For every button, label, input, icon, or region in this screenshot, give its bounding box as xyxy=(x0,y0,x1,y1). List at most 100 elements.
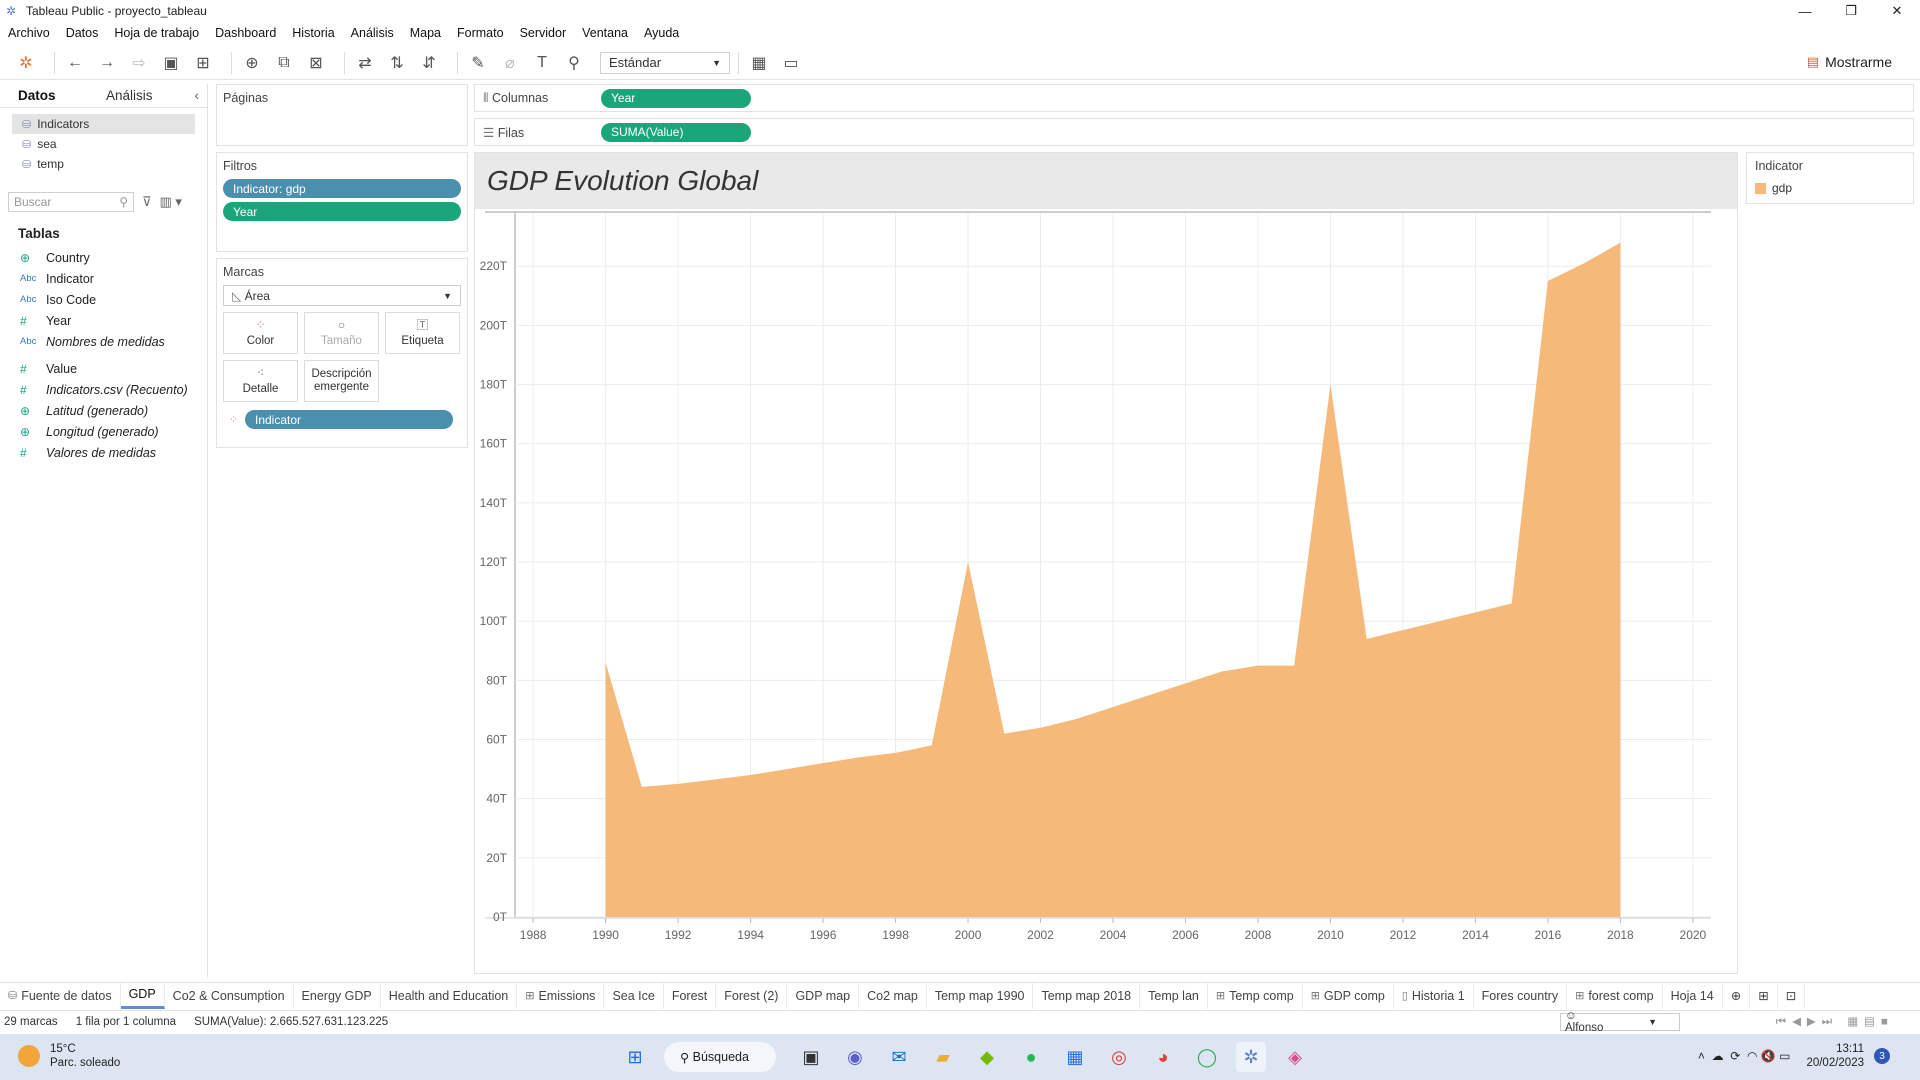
minimize-button[interactable]: — xyxy=(1782,0,1828,22)
tab-fuente-de-datos[interactable]: ⛁ Fuente de datos xyxy=(0,982,121,1009)
data-point[interactable] xyxy=(1545,278,1551,284)
field-valores-de-medidas[interactable]: # Valores de medidas xyxy=(0,442,207,463)
filter-pill-year[interactable]: Year xyxy=(223,202,461,221)
columns-pill-year[interactable]: Year xyxy=(601,88,751,108)
data-point[interactable] xyxy=(1255,663,1261,669)
data-point[interactable] xyxy=(639,784,645,790)
presentation-icon[interactable]: ▭ xyxy=(779,51,803,75)
field-recuento[interactable]: # Indicators.csv (Recuento) xyxy=(0,379,207,400)
menu-historia[interactable]: Historia xyxy=(292,26,334,40)
tab-temp-comp[interactable]: ⊞ Temp comp xyxy=(1208,982,1303,1009)
store-icon[interactable]: ▦ xyxy=(1060,1042,1090,1072)
fit-select[interactable]: Estándar ▼ xyxy=(600,51,730,74)
mute-icon[interactable]: 🔇 xyxy=(1761,1049,1779,1063)
data-point[interactable] xyxy=(1364,636,1370,642)
filter-icon[interactable]: ⊽ xyxy=(142,194,152,210)
taskbar-search[interactable]: ⚲ Búsqueda xyxy=(664,1042,776,1072)
tab-gdp-map[interactable]: GDP map xyxy=(787,982,860,1009)
field-indicator[interactable]: Abc Indicator xyxy=(0,268,207,289)
tab-co2-consumption[interactable]: Co2 & Consumption xyxy=(165,982,294,1009)
menu-datos[interactable]: Datos xyxy=(66,26,99,40)
tab-gdp[interactable]: GDP xyxy=(120,982,165,1009)
data-point[interactable] xyxy=(1472,609,1478,615)
new-worksheet-icon[interactable]: ⊕ xyxy=(240,51,264,75)
show-cards-icon[interactable]: ▦ xyxy=(747,51,771,75)
save-icon[interactable]: ▣ xyxy=(159,51,183,75)
menu-hoja-de-trabajo[interactable]: Hoja de trabajo xyxy=(114,26,199,40)
tab-temp-lan[interactable]: Temp lan xyxy=(1140,982,1208,1009)
app-green-ring-icon[interactable]: ◯ xyxy=(1192,1042,1222,1072)
data-point[interactable] xyxy=(1400,627,1406,633)
datasource-indicators[interactable]: ⛁ Indicators xyxy=(12,114,195,134)
datasource-temp[interactable]: ⛁ temp xyxy=(12,154,195,174)
size-button[interactable]: ○ Tamaño xyxy=(304,312,379,354)
detail-button[interactable]: ⁖ Detalle xyxy=(223,360,298,402)
tab-datos[interactable]: Datos xyxy=(0,88,88,103)
tab-energy-gdp[interactable]: Energy GDP xyxy=(294,982,381,1009)
pages-card[interactable]: Páginas xyxy=(216,84,468,146)
restore-button[interactable]: ❐ xyxy=(1828,0,1874,22)
color-button[interactable]: ⁘ Color xyxy=(223,312,298,354)
clock[interactable]: 13:11 20/02/2023 xyxy=(1806,1042,1864,1070)
menu-ventana[interactable]: Ventana xyxy=(582,26,628,40)
data-point[interactable] xyxy=(1581,260,1587,266)
new-datasource-icon[interactable]: ⊞ xyxy=(191,51,215,75)
sheet-navigation-icons[interactable]: ⏮◀▶⏭ ▦▤■ xyxy=(1776,1014,1894,1029)
field-search-input[interactable]: Buscar ⚲ xyxy=(8,192,134,212)
notifications-badge[interactable]: 3 xyxy=(1874,1048,1890,1064)
data-point[interactable] xyxy=(1001,731,1007,737)
tab-analisis[interactable]: Análisis xyxy=(88,88,176,103)
tab-emissions[interactable]: ⊞ Emissions xyxy=(517,982,605,1009)
tableau-home-icon[interactable]: ✲ xyxy=(14,51,38,75)
legend-item-gdp[interactable]: gdp xyxy=(1755,181,1905,195)
data-point[interactable] xyxy=(929,742,935,748)
menu-formato[interactable]: Formato xyxy=(457,26,504,40)
app-colorful-icon[interactable]: ◈ xyxy=(1280,1042,1310,1072)
data-point[interactable] xyxy=(1146,692,1152,698)
color-legend[interactable]: Indicator gdp xyxy=(1746,152,1914,204)
weather-widget[interactable]: 15°C Parc. soleado xyxy=(18,1042,120,1070)
tab-forest[interactable]: Forest xyxy=(664,982,717,1009)
datasource-sea[interactable]: ⛁ sea xyxy=(12,134,195,154)
menu-ayuda[interactable]: Ayuda xyxy=(644,26,679,40)
duplicate-sheet-icon[interactable]: ⧉ xyxy=(272,51,296,75)
data-point[interactable] xyxy=(784,766,790,772)
area-chart[interactable]: 0T 20T 40T 60T 80T 100T 120T 140T 160T 180T 200T 22… xyxy=(475,209,1737,973)
data-point[interactable] xyxy=(1110,704,1116,710)
filters-card[interactable]: Filtros Indicator: gdp Year xyxy=(216,152,468,252)
tab-health-education[interactable]: Health and Education xyxy=(381,982,518,1009)
windows-start-icon[interactable]: ⊞ xyxy=(620,1042,650,1072)
menu-servidor[interactable]: Servidor xyxy=(520,26,567,40)
menu-mapa[interactable]: Mapa xyxy=(410,26,441,40)
marks-pill-indicator[interactable]: Indicator xyxy=(245,410,453,429)
file-explorer-icon[interactable]: ▰ xyxy=(928,1042,958,1072)
data-point[interactable] xyxy=(748,772,754,778)
tab-forest-2[interactable]: Forest (2) xyxy=(716,982,788,1009)
cloud-icon[interactable]: ☁ xyxy=(1712,1049,1731,1063)
new-worksheet-tab-icon[interactable]: ⊕ xyxy=(1723,982,1751,1009)
data-point[interactable] xyxy=(1327,382,1333,388)
data-point[interactable] xyxy=(1219,668,1225,674)
tableau-taskbar-icon[interactable]: ✲ xyxy=(1236,1042,1266,1072)
group-icon[interactable]: ⌀ xyxy=(498,51,522,75)
field-latitud[interactable]: ⊕ Latitud (generado) xyxy=(0,400,207,421)
tooltip-button[interactable]: Descripción emergente xyxy=(304,360,379,402)
field-nombres-de-medidas[interactable]: Abc Nombres de medidas xyxy=(0,331,207,352)
app-red-icon[interactable]: ◎ xyxy=(1104,1042,1134,1072)
new-dashboard-tab-icon[interactable]: ⊞ xyxy=(1750,982,1778,1009)
tab-forest-comp[interactable]: ⊞ forest comp xyxy=(1567,982,1663,1009)
sort-ascending-icon[interactable]: ⇅ xyxy=(385,51,409,75)
chevron-up-icon[interactable]: ˄ xyxy=(1698,1049,1712,1063)
field-year[interactable]: # Year xyxy=(0,310,207,331)
user-select[interactable]: ☺ Alfonso ▼ xyxy=(1560,1010,1680,1034)
tab-fores-country[interactable]: Fores country xyxy=(1474,982,1568,1009)
data-point[interactable] xyxy=(1617,240,1623,246)
data-point[interactable] xyxy=(893,750,899,756)
data-point[interactable] xyxy=(711,776,717,782)
data-point[interactable] xyxy=(1182,680,1188,686)
swap-icon[interactable]: ⇄ xyxy=(353,51,377,75)
redo-icon[interactable]: → xyxy=(95,51,119,75)
tab-gdp-comp[interactable]: ⊞ GDP comp xyxy=(1303,982,1394,1009)
field-longitud[interactable]: ⊕ Longitud (generado) xyxy=(0,421,207,442)
data-point[interactable] xyxy=(1074,716,1080,722)
